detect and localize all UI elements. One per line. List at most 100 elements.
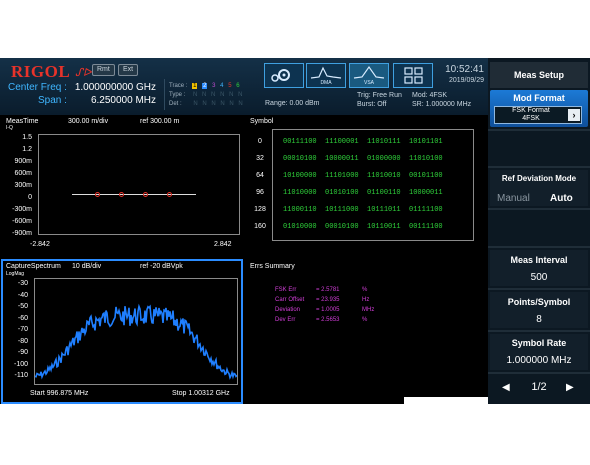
meastime-plot bbox=[38, 134, 240, 235]
softkey-separator bbox=[488, 288, 590, 290]
center-freq-label: Center Freq : bbox=[8, 82, 67, 93]
det-4: N bbox=[220, 101, 225, 107]
range-status: Range: 0.00 dBm bbox=[265, 100, 320, 107]
meas-interval-title: Meas Interval bbox=[510, 255, 568, 265]
errs-label: Deviation bbox=[275, 307, 301, 313]
symbol-row-bits: 10100000 11101000 11010010 00101100 bbox=[283, 172, 443, 180]
det-5: N bbox=[229, 101, 234, 107]
symbol-row-bits: 00111100 11100001 11010111 10101101 bbox=[283, 138, 443, 146]
symbol-row-index: 128 bbox=[254, 206, 266, 213]
errs-unit: % bbox=[362, 317, 368, 323]
meastime-title: MeasTime bbox=[6, 118, 39, 125]
page-indicator: 1/2 bbox=[531, 381, 547, 393]
type-2: N bbox=[202, 92, 207, 98]
type-6: N bbox=[238, 92, 243, 98]
capture-logmag: LogMag bbox=[6, 271, 25, 277]
errs-label: Dev Err bbox=[275, 317, 296, 323]
type-1: N bbox=[193, 92, 198, 98]
capture-y-tick: -60 bbox=[17, 314, 28, 322]
grid-icon[interactable] bbox=[393, 63, 433, 88]
capture-y-tick: -30 bbox=[17, 280, 28, 287]
det-2: N bbox=[202, 101, 207, 107]
capture-y-tick: -50 bbox=[17, 303, 28, 310]
meastime-point bbox=[143, 192, 148, 197]
meastime-y-tick: 600m bbox=[14, 170, 32, 177]
span-value[interactable]: 6.250000 MHz bbox=[70, 95, 156, 106]
settings-gear-icon[interactable] bbox=[264, 63, 304, 88]
trace-info: Trace : 1 2 3 4 5 6 Type : N N N N N N D… bbox=[164, 79, 256, 110]
mod-format-value-2: 4FSK bbox=[522, 115, 540, 122]
chevron-right-icon[interactable]: › bbox=[568, 109, 580, 121]
vsa-icon-label: VSA bbox=[363, 80, 374, 86]
trace-3[interactable]: 3 bbox=[212, 83, 215, 89]
mod-status: Mod: 4FSK bbox=[412, 92, 448, 99]
symbol-row-index: 0 bbox=[258, 138, 262, 145]
mod-format-title: Mod Format bbox=[513, 93, 565, 103]
type-label: Type : bbox=[169, 92, 186, 98]
mod-format-value-1: FSK Format bbox=[512, 107, 550, 114]
trace-row: Trace : 1 2 3 4 5 6 bbox=[169, 83, 240, 89]
trace-4[interactable]: 4 bbox=[220, 83, 223, 89]
capture-y-tick: -80 bbox=[17, 337, 28, 345]
det-3: N bbox=[211, 101, 216, 107]
gear-glyph bbox=[271, 69, 290, 82]
capture-ref: ref -20 dBVpk bbox=[140, 263, 183, 270]
type-row: Type : N N N N N N bbox=[169, 92, 242, 98]
burst-status: Burst: Off bbox=[357, 101, 387, 108]
symbol-title: Symbol bbox=[250, 118, 274, 125]
trace-6[interactable]: 6 bbox=[236, 83, 239, 89]
trace-2[interactable]: 2 bbox=[202, 83, 208, 89]
ext-button[interactable]: Ext bbox=[118, 64, 139, 76]
clock-date: 2019/09/29 bbox=[448, 77, 484, 84]
meas-setup-title: Meas Setup bbox=[513, 70, 564, 80]
spectrum-line bbox=[35, 303, 237, 380]
errs-unit: % bbox=[362, 287, 368, 293]
symbol-row-index: 96 bbox=[256, 189, 264, 196]
rigol-logo-mark: ᔑᐅ bbox=[75, 67, 92, 79]
next-page-icon[interactable]: ▶ bbox=[566, 382, 574, 393]
softkey-separator bbox=[488, 166, 590, 168]
grid-glyph bbox=[404, 67, 423, 84]
center-freq-value[interactable]: 1.000000000 GHz bbox=[70, 82, 156, 93]
vsa-glyph bbox=[353, 65, 385, 79]
clock-time: 10:52:41 bbox=[445, 64, 484, 75]
meastime-point bbox=[167, 192, 172, 197]
type-4: N bbox=[220, 92, 225, 98]
errs-value: = 2.5781 bbox=[316, 287, 340, 293]
symbol-rate-title: Symbol Rate bbox=[511, 338, 567, 348]
meastime-div: 300.00 m/div bbox=[68, 118, 109, 125]
ref-deviation-manual[interactable]: Manual bbox=[497, 193, 530, 204]
sr-status: SR: 1.000000 MHz bbox=[412, 101, 472, 108]
points-per-symbol-value: 8 bbox=[536, 314, 542, 325]
capture-start: Start 996.875 MHz bbox=[30, 390, 89, 397]
capture-div: 10 dB/div bbox=[72, 263, 102, 270]
rmt-button[interactable]: Rmt bbox=[92, 64, 115, 76]
meastime-y-tick: 900m bbox=[14, 158, 32, 165]
meastime-trace-line bbox=[72, 194, 196, 195]
errs-unit: Hz bbox=[362, 297, 370, 303]
vsa-icon[interactable]: VSA bbox=[349, 63, 389, 88]
trace-5[interactable]: 5 bbox=[228, 83, 231, 89]
top-margin bbox=[0, 0, 590, 58]
softkey-separator bbox=[488, 372, 590, 374]
meastime-xmin: -2.842 bbox=[30, 241, 50, 248]
type-3: N bbox=[211, 92, 216, 98]
meastime-ref: ref 300.00 m bbox=[140, 118, 180, 125]
meastime-point bbox=[95, 192, 100, 197]
softkey-separator bbox=[488, 246, 590, 248]
errs-value: = 2.5653 bbox=[316, 317, 340, 323]
ref-deviation-auto[interactable]: Auto bbox=[550, 193, 573, 204]
spectrum-icon-label: DMA bbox=[320, 80, 332, 86]
symbol-row-bits: 00010100 10000011 01000000 11010100 bbox=[283, 155, 443, 163]
softkey-separator bbox=[488, 330, 590, 332]
capture-y-tick: -90 bbox=[17, 349, 28, 356]
meastime-y-tick: -900m bbox=[12, 230, 32, 237]
meastime-y-tick: 1.2 bbox=[22, 146, 32, 153]
capture-spectrum-trace bbox=[35, 303, 237, 380]
spectrum-icon[interactable]: DMA bbox=[306, 63, 346, 88]
capture-title: CaptureSpectrum bbox=[6, 263, 61, 270]
errs-value: = 1.0005 bbox=[316, 307, 340, 313]
trace-label: Trace : bbox=[169, 83, 188, 89]
trace-1[interactable]: 1 bbox=[192, 83, 198, 89]
meastime-y-tick: -300m bbox=[12, 206, 32, 213]
